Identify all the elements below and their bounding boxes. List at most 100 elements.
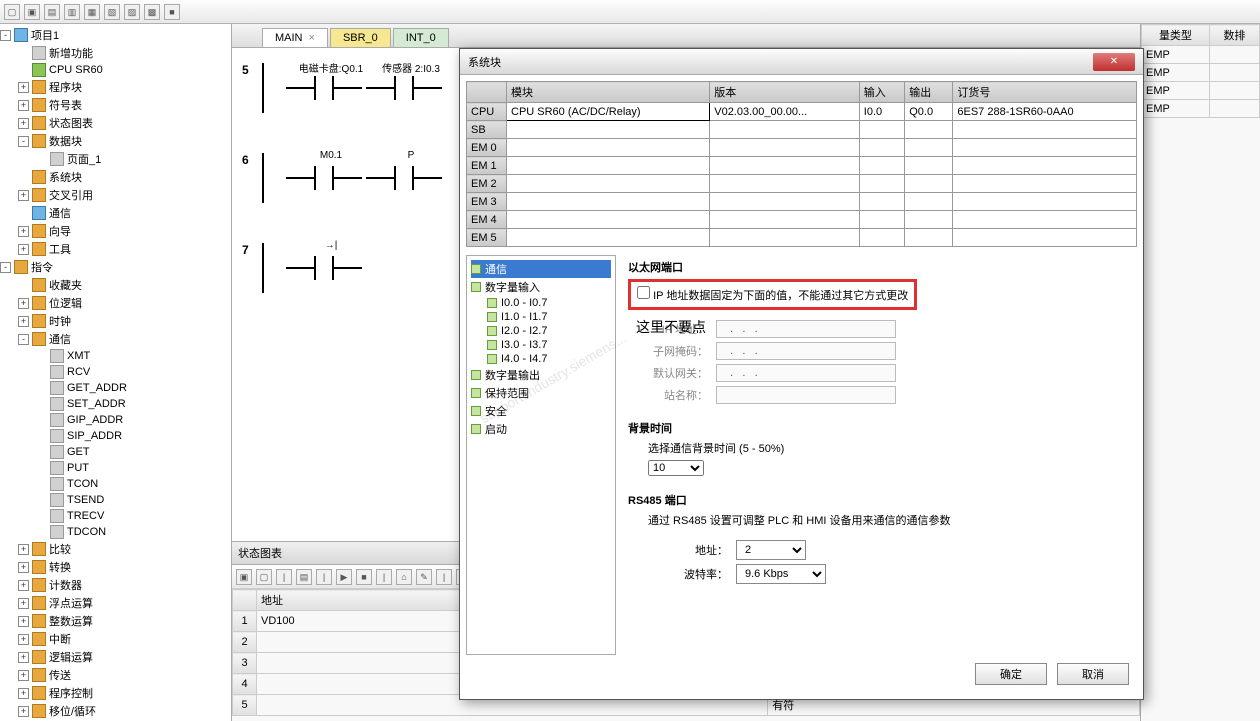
- table-cell[interactable]: Q0.0: [905, 103, 953, 121]
- dialog-tree-item[interactable]: I0.0 - I0.7: [471, 296, 611, 310]
- toolbar-icon[interactable]: |: [316, 569, 332, 585]
- tree-node[interactable]: SET_ADDR: [0, 396, 231, 412]
- tree-node[interactable]: +浮点运算: [0, 594, 231, 612]
- expand-icon[interactable]: +: [18, 652, 29, 663]
- table-cell[interactable]: [507, 121, 710, 139]
- expand-icon[interactable]: +: [18, 298, 29, 309]
- toolbar-icon[interactable]: ▤: [296, 569, 312, 585]
- table-cell[interactable]: [710, 139, 860, 157]
- toolbar-icon[interactable]: ✎: [416, 569, 432, 585]
- table-cell[interactable]: [507, 193, 710, 211]
- dialog-tree[interactable]: 通信数字量输入I0.0 - I0.7I1.0 - I1.7I2.0 - I2.7…: [466, 255, 616, 655]
- tree-node[interactable]: +转换: [0, 558, 231, 576]
- expand-icon[interactable]: +: [18, 616, 29, 627]
- tree-node[interactable]: +移位/循环: [0, 702, 231, 720]
- mask-input[interactable]: [716, 342, 896, 360]
- expand-icon[interactable]: +: [18, 634, 29, 645]
- tree-node[interactable]: TRECV: [0, 508, 231, 524]
- table-cell[interactable]: [507, 139, 710, 157]
- tree-node[interactable]: 页面_1: [0, 150, 231, 168]
- module-row[interactable]: EM 5: [467, 229, 1137, 247]
- expand-icon[interactable]: +: [18, 706, 29, 717]
- table-cell[interactable]: EMP: [1142, 46, 1210, 64]
- expand-icon[interactable]: +: [18, 580, 29, 591]
- column-header[interactable]: 模块: [507, 82, 710, 103]
- table-cell[interactable]: [905, 211, 953, 229]
- tree-node[interactable]: +计数器: [0, 576, 231, 594]
- table-cell[interactable]: [953, 139, 1137, 157]
- table-cell[interactable]: [507, 175, 710, 193]
- expand-icon[interactable]: +: [18, 670, 29, 681]
- table-row[interactable]: EMP: [1142, 64, 1260, 82]
- tab[interactable]: SBR_0: [330, 28, 391, 47]
- tree-node[interactable]: +向导: [0, 222, 231, 240]
- tree-node[interactable]: GET: [0, 444, 231, 460]
- dialog-titlebar[interactable]: 系统块 ✕: [460, 49, 1143, 75]
- expand-icon[interactable]: +: [18, 316, 29, 327]
- table-cell[interactable]: [953, 229, 1137, 247]
- tree-node[interactable]: GET_ADDR: [0, 380, 231, 396]
- table-cell[interactable]: [859, 193, 904, 211]
- table-row[interactable]: EMP: [1142, 46, 1260, 64]
- table-cell[interactable]: CPU: [467, 103, 507, 121]
- expand-icon[interactable]: +: [18, 562, 29, 573]
- table-cell[interactable]: [1209, 100, 1259, 118]
- table-row[interactable]: EMP: [1142, 100, 1260, 118]
- tree-node[interactable]: 系统块: [0, 168, 231, 186]
- toolbar-icon[interactable]: ▣: [236, 569, 252, 585]
- table-row[interactable]: EMP: [1142, 82, 1260, 100]
- toolbar-icon[interactable]: ▨: [124, 4, 140, 20]
- expand-icon[interactable]: +: [18, 118, 29, 129]
- table-cell[interactable]: [859, 157, 904, 175]
- tab[interactable]: MAIN×: [262, 28, 328, 47]
- table-cell[interactable]: [1209, 82, 1259, 100]
- toolbar-icon[interactable]: ▩: [144, 4, 160, 20]
- table-cell[interactable]: I0.0: [859, 103, 904, 121]
- table-cell[interactable]: EM 1: [467, 157, 507, 175]
- cancel-button[interactable]: 取消: [1057, 663, 1129, 685]
- module-row[interactable]: EM 2: [467, 175, 1137, 193]
- tree-node[interactable]: TSEND: [0, 492, 231, 508]
- column-header[interactable]: 数排: [1209, 25, 1259, 46]
- expand-icon[interactable]: +: [18, 82, 29, 93]
- dialog-tree-item[interactable]: I1.0 - I1.7: [471, 310, 611, 324]
- dialog-tree-item[interactable]: I3.0 - I3.7: [471, 338, 611, 352]
- expand-icon[interactable]: +: [18, 244, 29, 255]
- expand-icon[interactable]: -: [18, 334, 29, 345]
- tree-node[interactable]: 通信: [0, 204, 231, 222]
- module-row[interactable]: EM 0: [467, 139, 1137, 157]
- table-cell[interactable]: [905, 193, 953, 211]
- table-cell[interactable]: [710, 175, 860, 193]
- tree-node[interactable]: +符号表: [0, 96, 231, 114]
- table-cell[interactable]: SB: [467, 121, 507, 139]
- tree-node[interactable]: RCV: [0, 364, 231, 380]
- close-icon[interactable]: ✕: [1093, 53, 1135, 71]
- toolbar-icon[interactable]: ▢: [4, 4, 20, 20]
- column-header[interactable]: 输入: [859, 82, 904, 103]
- dialog-tree-item[interactable]: I4.0 - I4.7: [471, 352, 611, 366]
- table-cell[interactable]: EM 4: [467, 211, 507, 229]
- table-cell[interactable]: EMP: [1142, 82, 1210, 100]
- tree-node[interactable]: +位逻辑: [0, 294, 231, 312]
- tree-node[interactable]: TDCON: [0, 524, 231, 540]
- tab[interactable]: INT_0: [393, 28, 449, 47]
- toolbar-icon[interactable]: |: [276, 569, 292, 585]
- table-cell[interactable]: [859, 175, 904, 193]
- dialog-tree-item[interactable]: 保持范围: [471, 384, 611, 402]
- tree-node[interactable]: +状态图表: [0, 114, 231, 132]
- table-cell[interactable]: EM 2: [467, 175, 507, 193]
- bg-time-select[interactable]: 10: [648, 460, 704, 476]
- expand-icon[interactable]: -: [0, 30, 11, 41]
- expand-icon[interactable]: -: [18, 136, 29, 147]
- module-row[interactable]: CPUCPU SR60 (AC/DC/Relay)V02.03.00_00.00…: [467, 103, 1137, 121]
- table-cell[interactable]: [710, 157, 860, 175]
- tree-node[interactable]: XMT: [0, 348, 231, 364]
- module-row[interactable]: EM 4: [467, 211, 1137, 229]
- toolbar-icon[interactable]: |: [376, 569, 392, 585]
- toolbar-icon[interactable]: |: [436, 569, 452, 585]
- table-cell[interactable]: V02.03.00_00.00...: [710, 103, 860, 121]
- ip-fixed-checkbox[interactable]: [637, 286, 650, 299]
- expand-icon[interactable]: +: [18, 226, 29, 237]
- tree-node[interactable]: PUT: [0, 460, 231, 476]
- tree-node[interactable]: +传送: [0, 666, 231, 684]
